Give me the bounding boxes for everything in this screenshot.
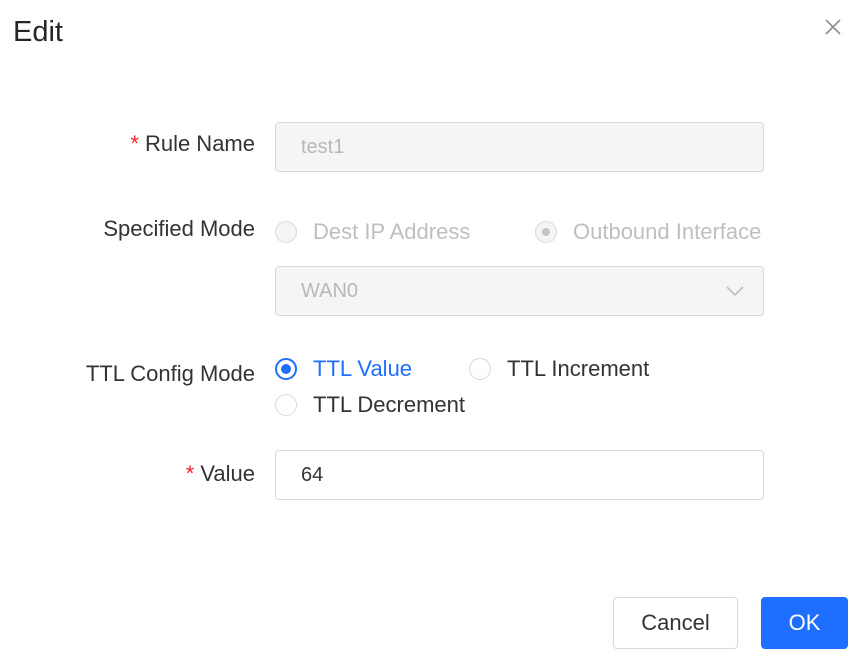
close-icon[interactable] (820, 14, 846, 40)
radio-circle (275, 394, 297, 416)
dialog-title: Edit (13, 16, 63, 48)
required-mark: * (130, 131, 139, 156)
chevron-down-icon (726, 286, 744, 297)
radio-ttl-decrement[interactable]: TTL Decrement (275, 392, 465, 418)
ttl-config-mode-label: TTL Config Mode (85, 361, 255, 386)
rule-name-label: * Rule Name (130, 131, 255, 156)
cancel-button[interactable]: Cancel (613, 597, 738, 649)
radio-ttl-value[interactable]: TTL Value (275, 356, 412, 382)
specified-mode-label: Specified Mode (103, 216, 255, 241)
radio-ttl-increment[interactable]: TTL Increment (469, 356, 649, 382)
radio-circle-selected (535, 221, 557, 243)
value-label: * Value (185, 461, 255, 486)
radio-outbound-interface[interactable]: Outbound Interface (535, 219, 761, 245)
value-input[interactable]: 64 (275, 450, 764, 500)
radio-circle (275, 221, 297, 243)
radio-circle (469, 358, 491, 380)
required-mark: * (185, 461, 195, 486)
interface-select[interactable]: WAN0 (275, 266, 764, 316)
ok-button[interactable]: OK (761, 597, 848, 649)
rule-name-input[interactable]: test1 (275, 122, 764, 172)
radio-dest-ip-address[interactable]: Dest IP Address (275, 219, 470, 245)
radio-circle-selected (275, 358, 297, 380)
